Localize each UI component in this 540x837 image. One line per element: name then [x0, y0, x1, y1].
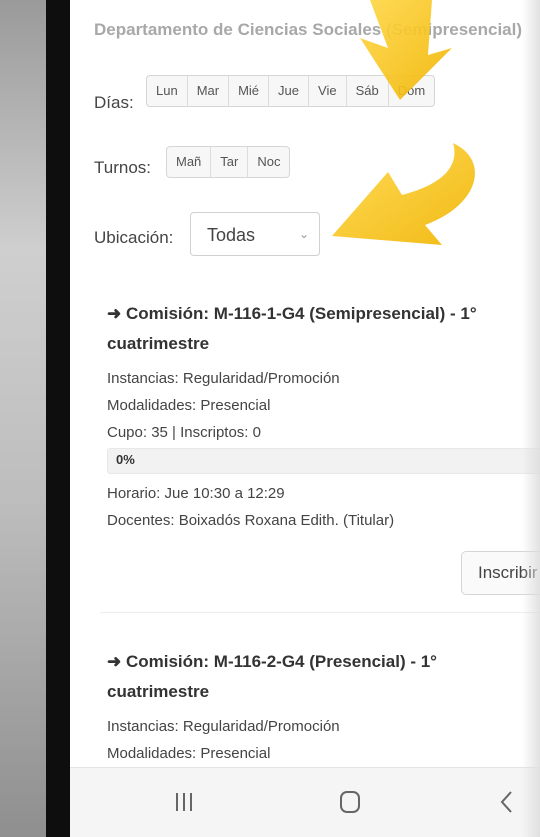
day-button-jue[interactable]: Jue [269, 76, 310, 106]
page-content: Departamento de Ciencias Sociales (Semip… [70, 0, 540, 767]
day-button-dom[interactable]: Dom [389, 76, 434, 106]
enrollment-progress-bar: 0% [107, 448, 540, 474]
arrow-right-icon: ➜ [107, 304, 126, 323]
shifts-label: Turnos: [94, 158, 152, 177]
commission-docentes: Docentes: Boixadós Roxana Edith. (Titula… [107, 512, 395, 529]
location-select-value: Todas [207, 225, 256, 245]
back-icon[interactable] [476, 784, 536, 824]
arrow-right-icon: ➜ [107, 652, 126, 671]
day-button-sab[interactable]: Sáb [347, 76, 389, 106]
commission-modalidades: Modalidades: Presencial [107, 397, 271, 414]
shift-button-noc[interactable]: Noc [248, 147, 289, 177]
shifts-button-group: Mañ Tar Noc [166, 146, 291, 178]
desk-background [0, 0, 46, 837]
days-label: Días: [94, 93, 134, 112]
commission-title: ➜ Comisión: M-116-2-G4 (Presencial) - 1°… [107, 652, 437, 701]
location-select[interactable]: Todas ⌄ [190, 212, 320, 256]
commission-modalidades: Modalidades: Presencial [107, 745, 271, 762]
day-button-mar[interactable]: Mar [188, 76, 230, 106]
home-icon[interactable] [320, 784, 380, 824]
location-label: Ubicación: [94, 228, 174, 247]
commission-card: ➜ Comisión: M-116-2-G4 (Presencial) - 1°… [107, 647, 540, 767]
commission-instancias: Instancias: Regularidad/Promoción [107, 370, 340, 387]
phone-screen: Departamento de Ciencias Sociales (Semip… [70, 0, 540, 837]
commission-instancias: Instancias: Regularidad/Promoción [107, 718, 340, 735]
recents-icon[interactable] [154, 784, 214, 824]
department-title: Departamento de Ciencias Sociales (Semip… [94, 20, 523, 39]
divider [100, 612, 540, 613]
system-navigation-bar [70, 767, 540, 837]
chevron-down-icon: ⌄ [298, 227, 309, 241]
commission-title: ➜ Comisión: M-116-1-G4 (Semipresencial) … [107, 304, 477, 353]
phone-bezel [46, 0, 70, 837]
commission-horario: Horario: Jue 10:30 a 12:29 [107, 485, 285, 502]
shift-button-tar[interactable]: Tar [211, 147, 249, 177]
inscribir-button[interactable]: Inscribir [461, 551, 540, 595]
shift-button-man[interactable]: Mañ [167, 147, 212, 177]
commission-cupo: Cupo: 35 | Inscriptos: 0 [107, 424, 261, 441]
days-button-group: Lun Mar Mié Jue Vie Sáb Dom [146, 75, 436, 107]
day-button-vie[interactable]: Vie [309, 76, 347, 106]
commission-card: ➜ Comisión: M-116-1-G4 (Semipresencial) … [107, 299, 540, 534]
day-button-mie[interactable]: Mié [229, 76, 270, 106]
day-button-lun[interactable]: Lun [147, 76, 188, 106]
progress-percent: 0% [116, 452, 135, 467]
